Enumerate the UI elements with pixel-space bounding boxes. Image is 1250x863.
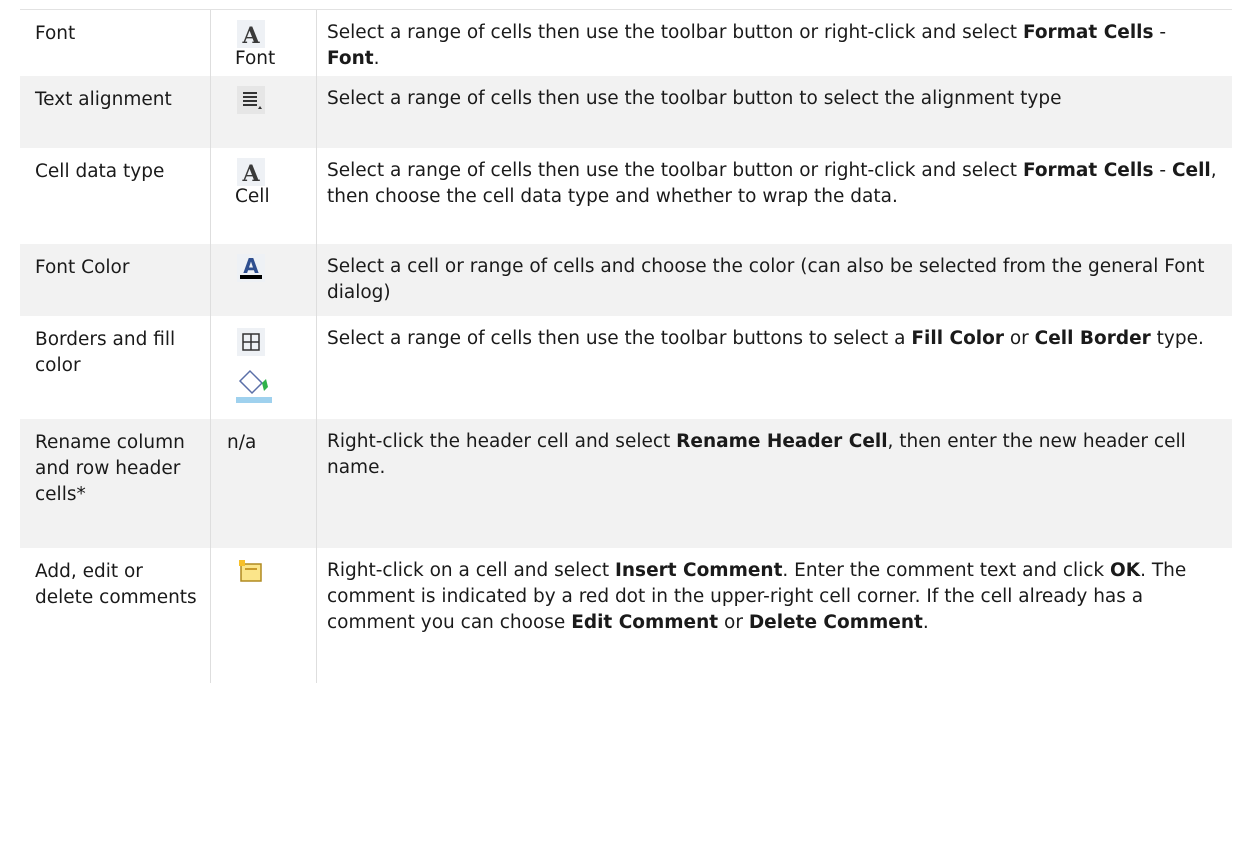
feature-name: Rename column and row header cells* <box>20 419 211 548</box>
feature-description: Select a range of cells then use the too… <box>327 160 1217 207</box>
fill-bucket-icon <box>236 369 272 403</box>
feature-name: Cell data type <box>20 148 211 244</box>
font-a-icon: A <box>237 20 265 48</box>
svg-text:A: A <box>241 23 260 48</box>
svg-text:A: A <box>243 254 259 278</box>
feature-table: Font A Font Select a range of cells then… <box>20 9 1232 683</box>
font-color-icon: A <box>237 254 265 282</box>
feature-description: Select a range of cells then use the too… <box>327 328 1204 349</box>
icon-cell: A Cell <box>211 148 317 244</box>
not-applicable-text: n/a <box>227 432 257 453</box>
comment-icon <box>239 560 262 582</box>
feature-name: Font Color <box>20 244 211 316</box>
bold-term: Cell <box>1171 160 1211 181</box>
icon-cell <box>211 76 317 148</box>
cell-a-icon: A <box>237 158 265 186</box>
svg-text:A: A <box>241 161 260 186</box>
table-row: Add, edit or delete comments Right-click… <box>20 548 1232 683</box>
feature-name: Borders and fill color <box>20 316 211 419</box>
feature-name: Font <box>20 10 211 76</box>
feature-description: Select a range of cells then use the too… <box>327 88 1062 109</box>
feature-description: Select a cell or range of cells and choo… <box>327 256 1205 303</box>
feature-description: Right-click on a cell and select Insert … <box>327 560 1187 633</box>
bold-term: Fill Color <box>911 328 1004 349</box>
bold-term: Edit Comment <box>571 612 719 633</box>
table-row: Text alignment Select a range of cells t… <box>20 76 1232 148</box>
bold-term: Format Cells <box>1022 22 1154 43</box>
icon-cell <box>211 316 317 419</box>
bold-term: Rename Header Cell <box>676 431 888 452</box>
text-align-icon <box>237 86 265 114</box>
feature-description: Select a range of cells then use the too… <box>327 22 1167 69</box>
icon-cell: n/a <box>211 419 317 548</box>
table-row: Font Color A Select a cell or range of c… <box>20 244 1232 316</box>
bold-term: Cell Border <box>1034 328 1151 349</box>
icon-cell: A <box>211 244 317 316</box>
table-row: Rename column and row header cells* n/a … <box>20 419 1232 548</box>
feature-name: Add, edit or delete comments <box>20 548 211 683</box>
feature-name: Text alignment <box>20 76 211 148</box>
icon-cell <box>211 548 317 683</box>
bold-term: Delete Comment <box>748 612 923 633</box>
bold-term: Insert Comment <box>615 560 783 581</box>
icon-label: Cell <box>235 186 270 207</box>
icon-cell: A Font <box>211 10 317 76</box>
bold-term: OK <box>1110 560 1141 581</box>
bold-term: Font <box>327 48 374 69</box>
bold-term: Format Cells <box>1022 160 1154 181</box>
icon-label: Font <box>235 48 276 69</box>
table-row: Cell data type A Cell Select a range of … <box>20 148 1232 244</box>
table-row: Borders and fill color Select a range of… <box>20 316 1232 419</box>
borders-icon <box>237 328 265 356</box>
feature-description: Right-click the header cell and select R… <box>327 431 1186 478</box>
table-row: Font A Font Select a range of cells then… <box>20 10 1232 76</box>
